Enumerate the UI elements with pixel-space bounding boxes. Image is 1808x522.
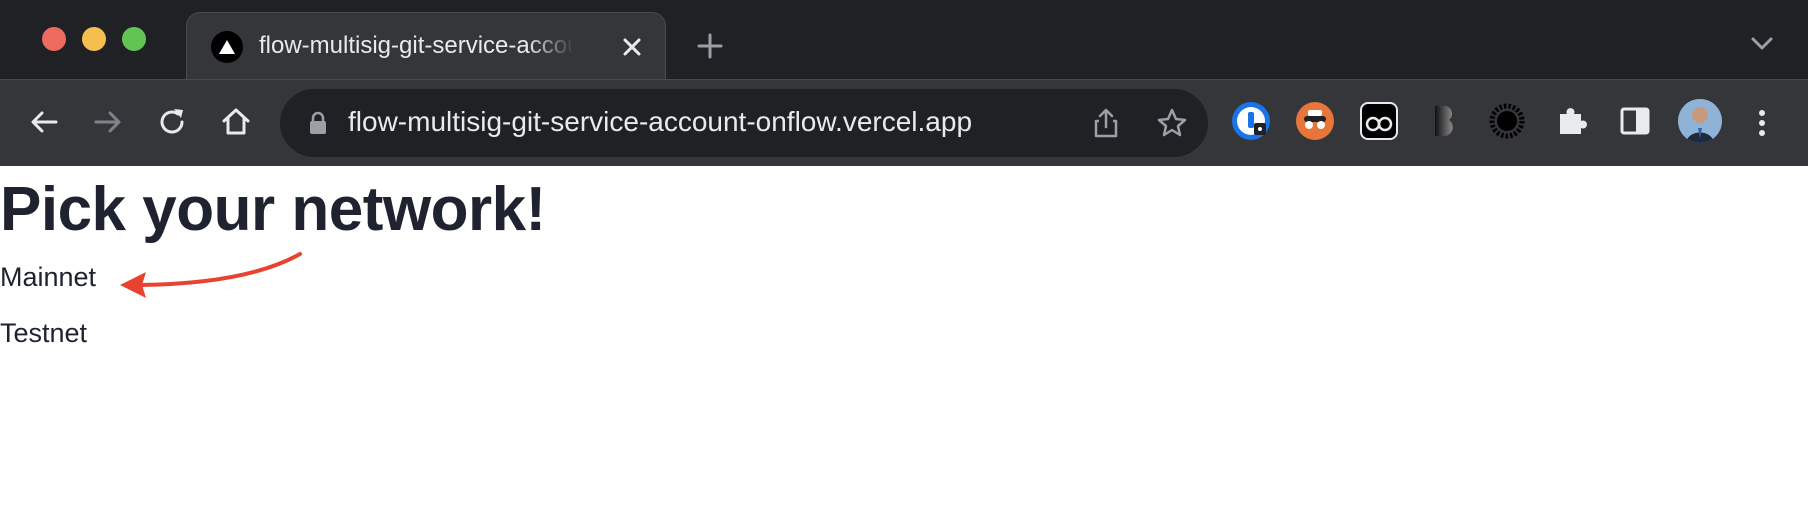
network-link-mainnet[interactable]: Mainnet	[0, 262, 96, 293]
maximize-window-button[interactable]	[122, 27, 146, 51]
incognito-extension-icon[interactable]	[1296, 102, 1334, 140]
profile-avatar[interactable]	[1678, 99, 1722, 143]
network-link-testnet[interactable]: Testnet	[0, 318, 87, 349]
home-icon[interactable]	[220, 106, 252, 138]
tab-bar: flow-multisig-git-service-account-onflow…	[0, 0, 1808, 79]
minimize-window-button[interactable]	[82, 27, 106, 51]
tab-title: flow-multisig-git-service-account-onflow…	[259, 32, 574, 59]
close-window-button[interactable]	[42, 27, 66, 51]
close-icon[interactable]	[619, 34, 645, 60]
browser-tab-active[interactable]: flow-multisig-git-service-account-onflow…	[186, 12, 666, 79]
new-tab-plus-icon[interactable]	[696, 32, 724, 60]
browser-chrome: flow-multisig-git-service-account-onflow…	[0, 0, 1808, 166]
reload-icon[interactable]	[156, 106, 188, 138]
page-content: Pick your network! Mainnet Testnet	[0, 166, 1808, 522]
lock-icon[interactable]	[308, 111, 328, 135]
b-extension-icon[interactable]	[1424, 102, 1462, 140]
side-panel-icon[interactable]	[1616, 102, 1654, 140]
address-bar[interactable]: flow-multisig-git-service-account-onflow…	[280, 89, 1208, 157]
vercel-favicon-icon	[211, 31, 243, 63]
share-icon[interactable]	[1092, 107, 1120, 139]
forward-arrow-icon[interactable]	[92, 106, 124, 138]
glasses-extension-icon[interactable]	[1360, 102, 1398, 140]
sun-extension-icon[interactable]	[1488, 102, 1526, 140]
url-text[interactable]: flow-multisig-git-service-account-onflow…	[348, 106, 972, 138]
page-title: Pick your network!	[0, 175, 546, 244]
1password-icon[interactable]	[1232, 102, 1270, 140]
back-arrow-icon[interactable]	[28, 106, 60, 138]
annotation-arrow-icon	[120, 252, 302, 298]
more-menu-icon[interactable]	[1756, 108, 1768, 138]
chevron-down-icon[interactable]	[1750, 36, 1774, 52]
puzzle-extensions-icon[interactable]	[1552, 102, 1590, 140]
browser-toolbar: flow-multisig-git-service-account-onflow…	[0, 79, 1808, 166]
bookmark-star-icon[interactable]	[1156, 107, 1188, 139]
